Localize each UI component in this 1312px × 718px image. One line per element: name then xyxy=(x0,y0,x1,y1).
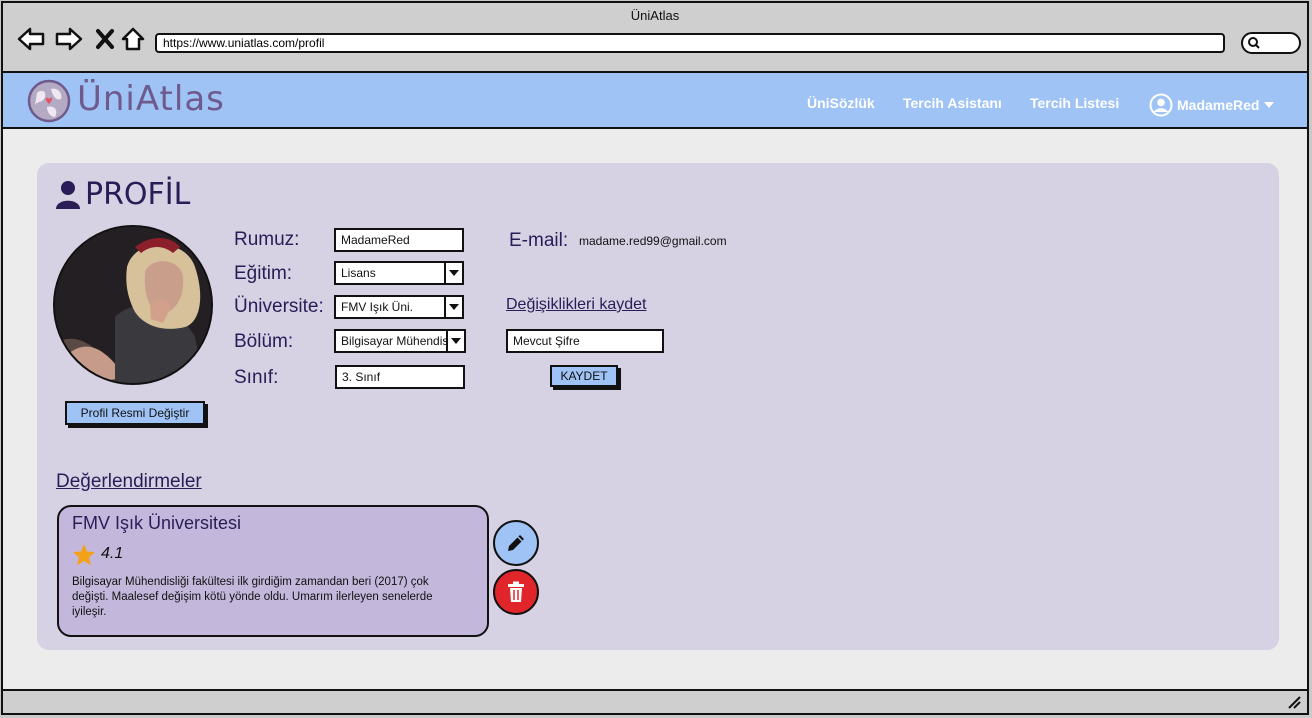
browser-window: ÜniAtlas https://www.uniatlas.com/profil xyxy=(1,1,1309,715)
nav-tercih-listesi[interactable]: Tercih Listesi xyxy=(1030,95,1119,111)
save-changes-link[interactable]: Değişiklikleri kaydet xyxy=(506,296,647,314)
department-select[interactable]: Bilgisayar Mühendisliği xyxy=(334,329,466,353)
review-rating: 4.1 xyxy=(101,545,124,562)
change-photo-button[interactable]: Profil Resmi Değiştir xyxy=(65,401,205,425)
edit-review-button[interactable] xyxy=(493,520,539,566)
delete-review-button[interactable] xyxy=(493,569,539,615)
email-label: E-mail: xyxy=(509,230,569,251)
review-card: FMV Işık Üniversitesi 4.1 Bilgisayar Müh… xyxy=(57,505,489,637)
chevron-down-icon xyxy=(444,297,462,317)
page-title-text: PROFİL xyxy=(85,177,191,212)
grade-input[interactable]: 3. Sınıf xyxy=(335,365,465,389)
department-label: Bölüm: xyxy=(234,331,294,352)
home-icon[interactable] xyxy=(119,25,147,53)
app-header: ÜniAtlas ÜniSözlük Tercih Asistanı Terci… xyxy=(3,73,1307,129)
window-title: ÜniAtlas xyxy=(630,8,680,23)
department-select-value: Bilgisayar Mühendisliği xyxy=(341,334,464,348)
university-select-value: FMV Işık Üni. xyxy=(341,300,414,314)
university-label: Üniversite: xyxy=(234,296,324,317)
email-value: madame.red99@gmail.com xyxy=(579,234,727,248)
nav-unisozluk[interactable]: ÜniSözlük xyxy=(807,95,875,111)
education-label: Eğitim: xyxy=(234,263,293,284)
grade-label: Sınıf: xyxy=(234,367,279,388)
profile-panel: PROFİL Profil Resmi Değiştir Rumuz: Eğit… xyxy=(37,163,1279,650)
search-icon xyxy=(1248,37,1260,49)
user-icon xyxy=(56,180,80,209)
review-text: Bilgisayar Mühendisliği fakültesi ilk gi… xyxy=(72,576,433,618)
star-icon xyxy=(73,544,95,566)
url-bar[interactable]: https://www.uniatlas.com/profil xyxy=(155,33,1225,53)
nav-tercih-asistani[interactable]: Tercih Asistanı xyxy=(903,95,1002,111)
education-select[interactable]: Lisans xyxy=(334,261,464,285)
globe-logo-icon[interactable] xyxy=(27,79,71,123)
pencil-icon xyxy=(508,535,524,551)
browser-chrome: ÜniAtlas https://www.uniatlas.com/profil xyxy=(3,3,1307,73)
page-title: PROFİL xyxy=(55,177,190,212)
nickname-input[interactable]: MadameRed xyxy=(334,228,464,252)
university-select[interactable]: FMV Işık Üni. xyxy=(334,295,464,319)
save-button[interactable]: KAYDET xyxy=(550,365,618,387)
brand-logo-text[interactable]: ÜniAtlas xyxy=(77,79,225,119)
chevron-down-icon xyxy=(444,263,462,283)
browser-search-box[interactable] xyxy=(1241,32,1301,54)
nickname-label: Rumuz: xyxy=(234,229,300,250)
review-university: FMV Işık Üniversitesi xyxy=(72,513,242,533)
education-select-value: Lisans xyxy=(341,266,376,280)
forward-icon[interactable] xyxy=(55,25,83,53)
profile-photo xyxy=(53,225,213,385)
trash-icon xyxy=(508,581,524,602)
chevron-down-icon xyxy=(1264,102,1275,108)
user-avatar-icon xyxy=(1149,93,1173,117)
back-icon[interactable] xyxy=(17,25,45,53)
user-menu[interactable]: MadameRed xyxy=(1149,93,1275,117)
current-password-input[interactable]: Mevcut Şifre xyxy=(506,329,664,353)
browser-status-bar xyxy=(3,689,1307,713)
stop-icon[interactable] xyxy=(91,25,119,53)
reviews-title[interactable]: Değerlendirmeler xyxy=(56,471,202,493)
user-name: MadameRed xyxy=(1177,97,1260,113)
chevron-down-icon xyxy=(446,331,464,351)
resize-grip-icon[interactable] xyxy=(1287,695,1301,709)
